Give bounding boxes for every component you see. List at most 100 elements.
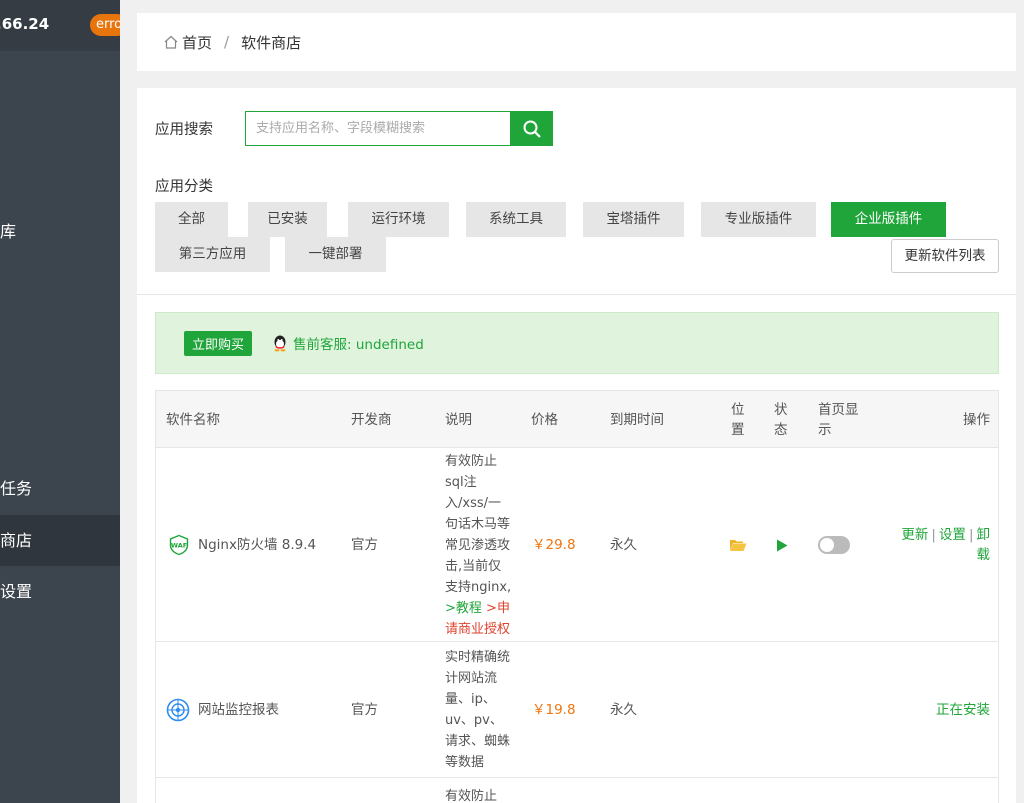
breadcrumb-home[interactable]: 首页	[182, 32, 212, 53]
cell-position	[729, 448, 747, 642]
cell-status	[776, 448, 788, 642]
sidebar-item-files[interactable]: 件	[0, 360, 120, 412]
sidebar-item-label: 件商店	[0, 530, 33, 550]
description-line: 有效防止	[445, 789, 498, 803]
software-name: Nginx防火墙 8.9.4	[198, 537, 317, 553]
search-label: 应用搜索	[155, 122, 213, 138]
description-line: 有效防止	[445, 453, 498, 469]
tab-enterprise-plugins[interactable]: 企业版插件	[831, 202, 946, 237]
sidebar-item-label: 端	[0, 412, 104, 464]
sidebar-item-panel-settings[interactable]: 板设置	[0, 566, 120, 618]
tab-installed[interactable]: 已安装	[248, 202, 327, 237]
header-price: 价格	[531, 411, 558, 428]
cell-expire: 永久	[610, 537, 637, 553]
cell-price: ￥29.8	[532, 537, 576, 553]
uninstall-link[interactable]: 卸	[977, 527, 991, 543]
tab-third-party[interactable]: 第三方应用	[155, 237, 270, 272]
search-icon	[523, 120, 541, 138]
software-name: 网站监控报表	[198, 702, 279, 718]
apply-license-link-cont[interactable]: 请商业授权	[445, 619, 511, 640]
description-line: 请求、蜘蛛	[445, 734, 511, 749]
error-badge[interactable]: erro	[90, 14, 120, 36]
breadcrumb-separator: /	[224, 33, 230, 51]
description-links: >教程 >申	[445, 598, 511, 619]
promo-banner: 立即购买 售前客服: undefined	[155, 312, 999, 374]
cell-price: ￥19.8	[532, 702, 576, 718]
play-icon[interactable]	[776, 539, 788, 552]
header-developer: 开发商	[351, 411, 392, 428]
update-link[interactable]: 更新	[901, 527, 928, 543]
cell-description: 有效防止	[445, 786, 497, 803]
sidebar-item-ftp[interactable]: P	[0, 154, 120, 206]
cell-developer: 官方	[351, 702, 378, 718]
waf-icon: WAF	[169, 534, 189, 556]
sidebar-item-home[interactable]: 页	[0, 51, 120, 103]
description-line: 支持nginx,	[445, 579, 512, 595]
breadcrumb: 首页 / 软件商店	[137, 13, 1016, 71]
buy-now-button[interactable]: 立即购买	[184, 330, 253, 356]
tutorial-link[interactable]: >教程	[445, 601, 482, 616]
cell-operations: 更新 | 设置 | 卸 载	[890, 448, 990, 642]
ops-separator: |	[968, 527, 974, 543]
sidebar-item-terminal[interactable]: 端	[0, 412, 120, 464]
description-line: uv、pv、	[445, 713, 503, 728]
settings-link[interactable]: 设置	[939, 527, 966, 543]
main-panel: 应用搜索 应用分类 全部 已安装 运行环境 系统工具 宝塔插件 专业版插件 企业…	[137, 88, 1016, 803]
header-description: 说明	[445, 411, 472, 428]
description-line: 击,当前仅	[445, 558, 502, 574]
description-line: 计网站流	[445, 671, 498, 686]
description-line: 入/xss/一	[445, 495, 501, 511]
cell-operations: 正在安装	[890, 642, 990, 778]
search-button[interactable]	[510, 111, 553, 146]
home-display-toggle[interactable]	[818, 536, 850, 554]
sidebar-item-database[interactable]: 据库	[0, 206, 120, 258]
server-ip: .66.24	[0, 15, 50, 33]
table-row: 有效防止	[156, 778, 998, 803]
table-header-row: 软件名称 开发商 说明 价格 到期时间 位置 状态 首页显示 操作	[156, 391, 998, 448]
header-status: 状态	[774, 401, 788, 438]
cell-home-display	[818, 448, 850, 642]
tab-all[interactable]: 全部	[155, 202, 228, 237]
description-line: 句话木马等	[445, 516, 511, 532]
cell-expire: 永久	[610, 702, 637, 718]
cell-description: 有效防止 sql注 入/xss/一 句话木马等 常见渗透攻 击,当前仅 支持ng…	[445, 448, 521, 642]
header-position: 位置	[731, 401, 745, 438]
tab-runtime[interactable]: 运行环境	[348, 202, 449, 237]
sidebar-item-cron[interactable]: 划任务	[0, 463, 120, 515]
apply-license-link[interactable]: >申	[486, 601, 510, 616]
refresh-list-button[interactable]: 更新软件列表	[891, 239, 999, 273]
search-input[interactable]	[245, 111, 510, 146]
sidebar-item-logout[interactable]: 出	[0, 618, 120, 670]
description-line: sql注	[445, 474, 477, 490]
tab-bt-plugins[interactable]: 宝塔插件	[583, 202, 684, 237]
sidebar-item-security[interactable]: 全	[0, 309, 120, 361]
sidebar-item-label: 控	[0, 257, 104, 309]
sidebar-item-label: 件	[0, 360, 104, 412]
uninstall-link-cont[interactable]: 载	[901, 545, 991, 565]
ops-separator: |	[931, 527, 936, 543]
monitor-icon	[166, 698, 190, 722]
sidebar-item-label: 划任务	[0, 479, 33, 498]
sidebar-item-monitor[interactable]: 控	[0, 257, 120, 309]
cell-description: 实时精确统 计网站流 量、ip、 uv、pv、 请求、蜘蛛 等数据	[445, 642, 521, 778]
folder-open-icon[interactable]	[729, 538, 747, 552]
software-table: 软件名称 开发商 说明 价格 到期时间 位置 状态 首页显示 操作 WAF Ng…	[155, 390, 999, 803]
divider	[137, 294, 1016, 295]
category-label: 应用分类	[155, 179, 213, 195]
sidebar-item-store[interactable]: 件商店	[0, 514, 120, 566]
sidebar-item-label: 页	[0, 51, 104, 103]
sidebar-item-site[interactable]: 站	[0, 103, 120, 155]
presale-service-text[interactable]: 售前客服: undefined	[293, 333, 424, 353]
cell-developer: 官方	[351, 537, 378, 553]
table-row: WAF Nginx防火墙 8.9.4 官方 有效防止 sql注 入/xss/一 …	[156, 448, 998, 642]
sidebar-menu: 页 站 P 据库 控 全 件 端 划任务 件商店 板设置 出	[0, 51, 120, 669]
tab-pro-plugins[interactable]: 专业版插件	[701, 202, 816, 237]
cell-name: WAF Nginx防火墙 8.9.4	[168, 448, 316, 642]
sidebar-item-label: 全	[0, 309, 104, 361]
tab-system-tools[interactable]: 系统工具	[466, 202, 566, 237]
description-line: 实时精确统	[445, 650, 511, 665]
header-operations: 操作	[963, 411, 990, 428]
header-name: 软件名称	[166, 411, 220, 428]
tab-one-click-deploy[interactable]: 一键部署	[285, 237, 386, 272]
svg-text:WAF: WAF	[171, 542, 187, 550]
